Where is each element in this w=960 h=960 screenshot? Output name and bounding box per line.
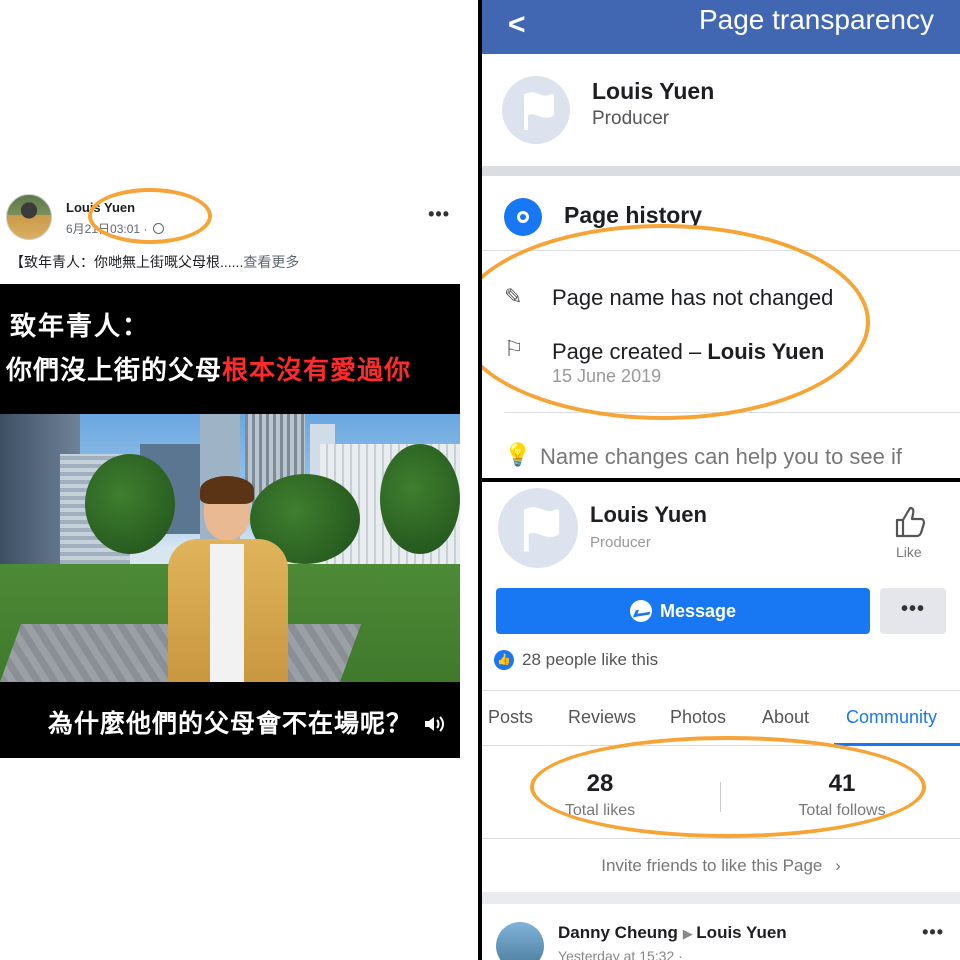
like-badge-icon: 👍 (494, 650, 514, 670)
person-hair (200, 476, 254, 504)
chevron-right-icon: › (835, 856, 841, 875)
feed-more-icon[interactable]: ••• (922, 922, 944, 943)
video-caption: 為什麼他們的父母會不在場呢？ (47, 710, 412, 738)
video-title-line1: 致年青人： (10, 311, 151, 341)
stat-total-likes: 28 Total likes (552, 770, 648, 820)
name-changes-hint: Name changes can help you to see if (540, 444, 903, 469)
page-title: Page transparency (698, 4, 934, 35)
tree (380, 444, 460, 554)
feed-post-authors: Danny Cheung ▶ Louis Yuen (558, 923, 787, 943)
stat-follows-value: 41 (828, 770, 856, 797)
tab-posts[interactable]: Posts (488, 707, 533, 728)
tab-photos[interactable]: Photos (670, 707, 726, 728)
tab-reviews[interactable]: Reviews (568, 707, 636, 728)
post-time-text: 6月21日03:01 · (66, 222, 148, 236)
message-button-label: Message (659, 600, 737, 621)
history-name-unchanged: Page name has not changed (552, 285, 834, 310)
edit-name-icon: ✎ (504, 284, 523, 309)
post-header: Louis Yuen 6月21日03:01 · ••• (0, 186, 478, 246)
feed-to-name[interactable]: Louis Yuen (696, 923, 786, 942)
section-divider (482, 838, 960, 839)
post-text-body: 【致年青人：你哋無上街嘅父母根...... (10, 254, 244, 270)
video-frame (0, 414, 460, 682)
page-name[interactable]: Louis Yuen (590, 502, 707, 528)
video-title-white: 你們沒上街的父母 (6, 355, 223, 385)
back-arrow-icon[interactable]: < (508, 8, 526, 42)
post-video[interactable]: 致年青人： 你們沒上街的父母根本沒有愛過你 為什麼他們的父母會不在場呢？ (0, 284, 460, 758)
tree (85, 454, 175, 554)
feed-from-name[interactable]: Danny Cheung (558, 923, 678, 942)
author-avatar[interactable] (6, 194, 52, 240)
page-likes-summary: 👍 28 people like this (494, 650, 658, 670)
section-divider (504, 412, 960, 413)
post-author[interactable]: Louis Yuen (66, 200, 135, 215)
page-history-heading: Page history (564, 202, 703, 228)
lightbulb-icon: 💡 (504, 442, 532, 467)
history-created-by: Louis Yuen (707, 339, 825, 364)
post-text: 【致年青人：你哋無上街嘅父母根......查看更多 (10, 252, 299, 272)
flag-icon (523, 507, 560, 552)
post-more-icon[interactable]: ••• (428, 204, 450, 225)
likes-summary-text: 28 people like this (522, 650, 659, 669)
history-page-created: Page created – Louis Yuen (552, 339, 824, 365)
history-created-date: 15 June 2019 (552, 366, 662, 386)
facebook-page-panel: Louis Yuen Producer Like Message ••• 👍 2… (482, 482, 960, 960)
page-tabs: Posts Reviews Photos About Community (482, 690, 960, 746)
section-divider (482, 250, 960, 251)
commenter-avatar[interactable] (496, 922, 544, 960)
stat-likes-value: 28 (586, 770, 614, 797)
annotation-circle (482, 224, 870, 420)
flag-icon (524, 92, 554, 130)
section-divider (482, 166, 960, 176)
invite-friends-text: Invite friends to like this Page (601, 856, 823, 875)
top-nav-bar: < Page transparency (482, 0, 960, 54)
mute-speaker-icon[interactable] (422, 712, 446, 736)
page-transparency-panel: < Page transparency Louis Yuen Producer … (482, 0, 960, 478)
facebook-post-panel: Louis Yuen 6月21日03:01 · ••• 【致年青人：你哋無上街嘅… (0, 0, 478, 960)
message-button[interactable]: Message (496, 588, 870, 634)
stat-follows-label: Total follows (798, 802, 886, 819)
person-shirt (210, 544, 244, 682)
post-timestamp[interactable]: 6月21日03:01 · (66, 220, 164, 237)
more-options-button[interactable]: ••• (880, 588, 946, 634)
page-category: Producer (590, 534, 651, 551)
feed-post-time[interactable]: Yesterday at 15:32 · (558, 948, 683, 960)
invite-friends-link[interactable]: Invite friends to like this Page › (482, 856, 960, 876)
page-name[interactable]: Louis Yuen (592, 78, 714, 105)
globe-icon (152, 223, 164, 234)
play-arrow-icon: ▶ (682, 926, 697, 941)
see-more-link[interactable]: 查看更多 (243, 254, 299, 270)
tab-about[interactable]: About (762, 707, 809, 728)
messenger-icon (629, 600, 652, 622)
history-created-prefix: Page created – (552, 339, 708, 364)
section-divider (482, 892, 960, 904)
stat-total-follows: 41 Total follows (782, 770, 902, 820)
page-flag-avatar[interactable] (502, 76, 570, 144)
clock-icon (504, 198, 542, 236)
tab-community[interactable]: Community (846, 707, 937, 728)
thumbs-up-icon[interactable] (892, 504, 928, 540)
video-title-red: 根本沒有愛過你 (222, 355, 412, 385)
stat-likes-label: Total likes (564, 802, 636, 819)
active-tab-indicator (834, 743, 960, 746)
stat-divider (720, 782, 721, 812)
flag-outline-icon: ⚐ (504, 336, 524, 361)
page-category: Producer (592, 108, 670, 129)
video-title-line2: 你們沒上街的父母根本沒有愛過你 (6, 350, 411, 387)
page-flag-avatar[interactable] (498, 488, 578, 568)
like-button-label[interactable]: Like (896, 544, 922, 560)
